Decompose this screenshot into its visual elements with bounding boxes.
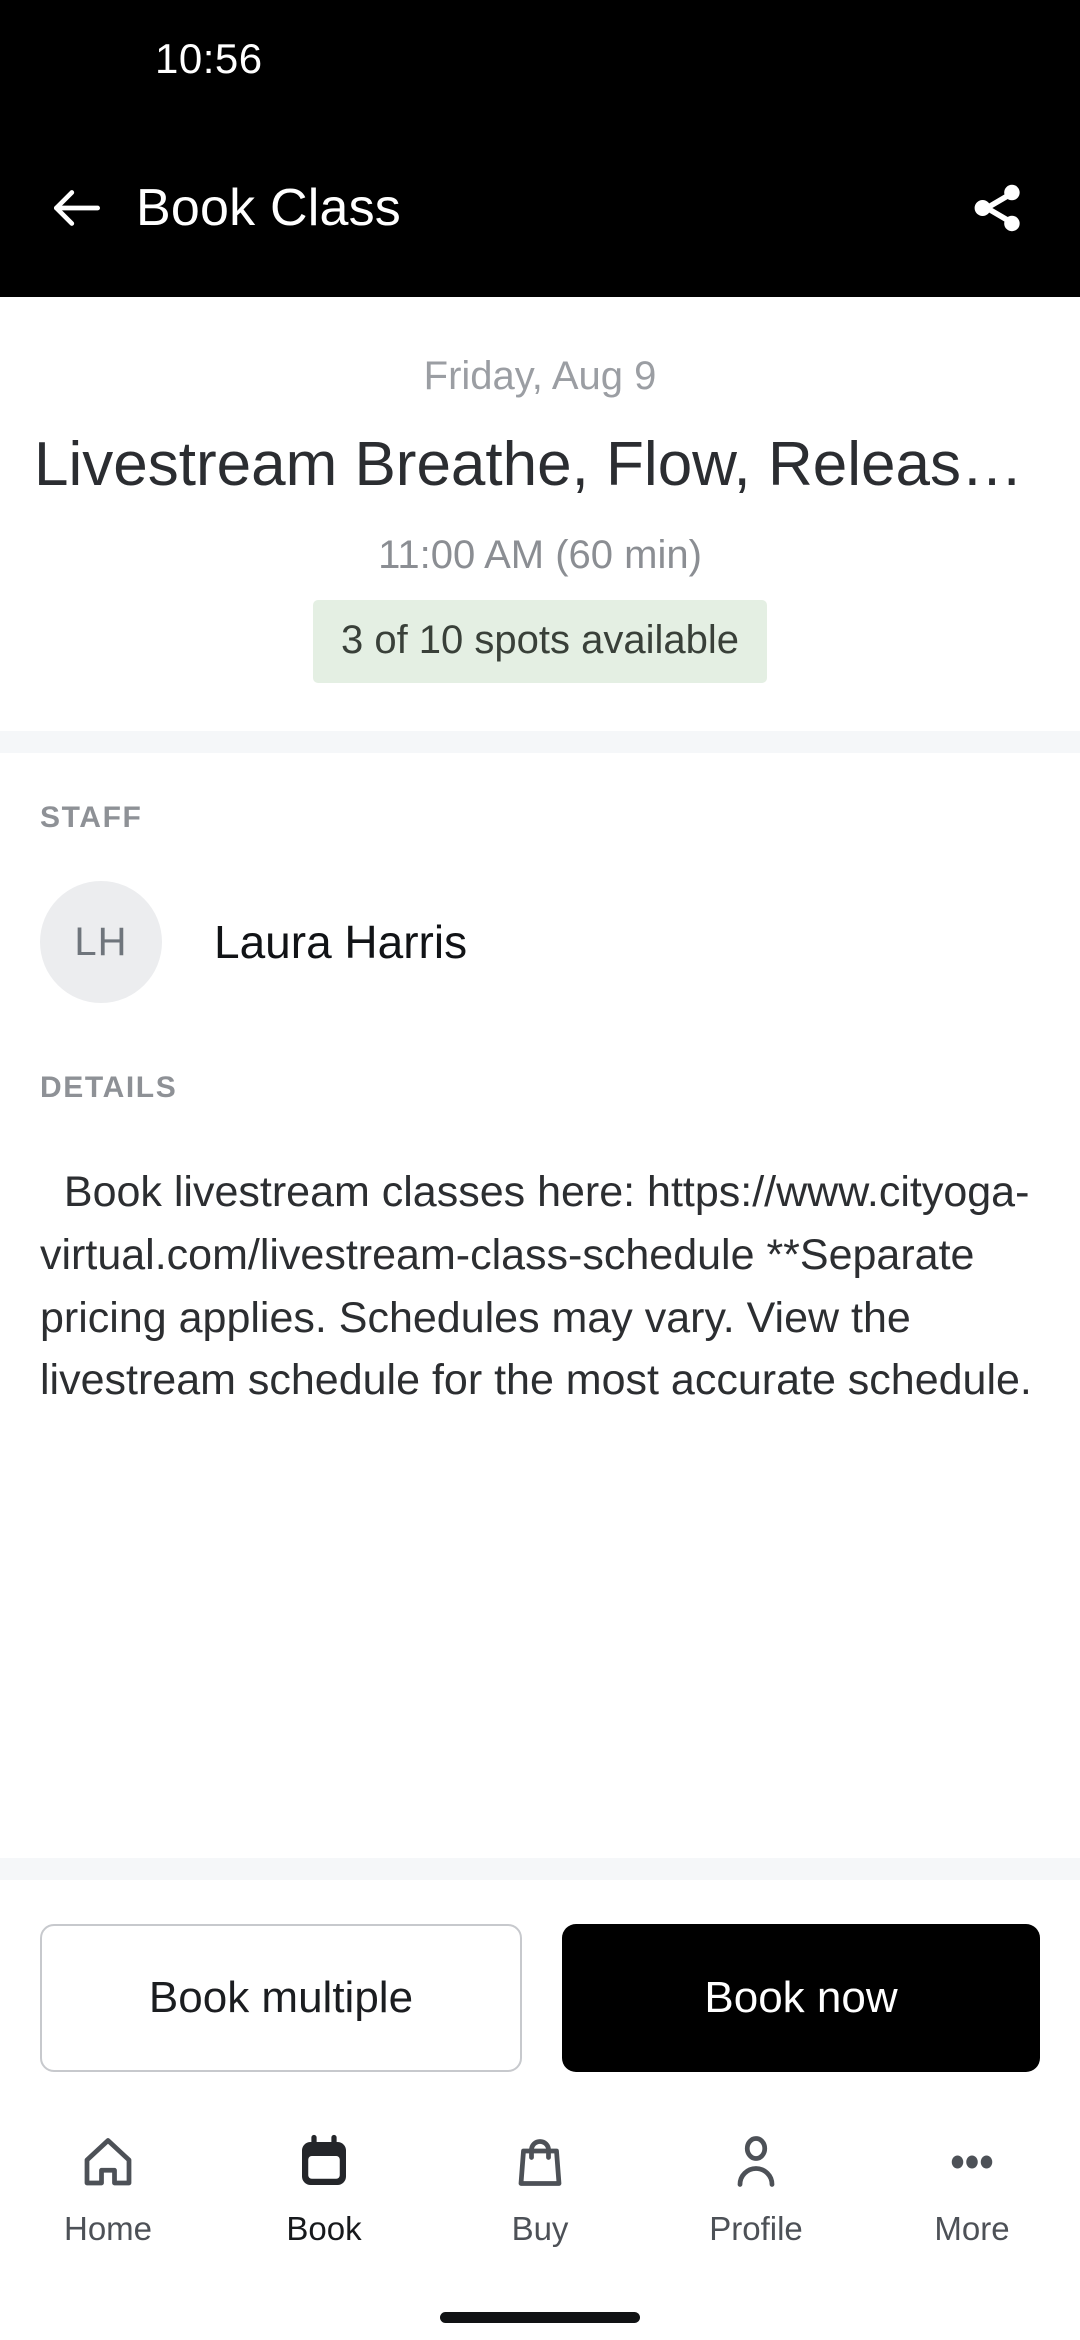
nav-item-home[interactable]: Home bbox=[0, 2126, 216, 2248]
ellipsis-icon bbox=[942, 2126, 1002, 2198]
section-divider-staff bbox=[0, 731, 1080, 754]
staff-section-label: STAFF bbox=[40, 801, 143, 835]
calendar-icon bbox=[294, 2126, 354, 2198]
class-date: Friday, Aug 9 bbox=[423, 354, 657, 398]
nav-label-book: Book bbox=[286, 2210, 362, 2247]
avatar-initials: LH bbox=[74, 919, 128, 964]
section-divider-actions bbox=[0, 1858, 1080, 1880]
status-bar: 10:56 bbox=[0, 0, 1080, 118]
nav-label-more: More bbox=[934, 2210, 1010, 2247]
gesture-bar[interactable] bbox=[440, 2311, 640, 2323]
top-bar: 10:56 Book Class bbox=[0, 0, 1080, 297]
staff-section: STAFF LH Laura Harris bbox=[0, 753, 1080, 1044]
nav-label-profile: Profile bbox=[709, 2210, 803, 2247]
availability-row: 3 of 10 spots available bbox=[34, 600, 1046, 684]
share-icon bbox=[974, 184, 1020, 231]
back-button[interactable] bbox=[40, 171, 114, 245]
share-button[interactable] bbox=[958, 169, 1036, 247]
avatar: LH bbox=[40, 881, 162, 1004]
content-spacer bbox=[0, 1462, 1080, 1858]
app-screen: 10:56 Book Class Friday, Aug 9 Livestrea… bbox=[0, 0, 1080, 2340]
bottom-navigation: Home Book Buy Profile More bbox=[0, 2106, 1080, 2294]
arrow-left-icon bbox=[54, 189, 100, 226]
status-clock: 10:56 bbox=[155, 35, 263, 82]
nav-label-home: Home bbox=[63, 2210, 153, 2247]
details-section-label: DETAILS bbox=[40, 1071, 178, 1105]
nav-label-buy: Buy bbox=[511, 2210, 569, 2247]
content-scroll-area[interactable]: Friday, Aug 9 Livestream Breathe, Flow, … bbox=[0, 297, 1080, 1880]
nav-item-buy[interactable]: Buy bbox=[432, 2126, 648, 2248]
book-multiple-button[interactable]: Book multiple bbox=[40, 1924, 522, 2072]
book-now-button[interactable]: Book now bbox=[562, 1924, 1040, 2072]
details-text: Book livestream classes here: https://ww… bbox=[40, 1168, 1032, 1405]
app-bar: Book Class bbox=[0, 118, 1080, 297]
gesture-bar-area bbox=[0, 2294, 1080, 2340]
nav-item-book[interactable]: Book bbox=[216, 2126, 432, 2248]
page-title: Book Class bbox=[136, 178, 401, 237]
action-bar: Book multiple Book now bbox=[0, 1880, 1080, 2106]
availability-badge: 3 of 10 spots available bbox=[312, 600, 768, 684]
person-icon bbox=[726, 2126, 786, 2198]
home-icon bbox=[78, 2126, 138, 2198]
staff-name: Laura Harris bbox=[214, 916, 468, 969]
class-hero: Friday, Aug 9 Livestream Breathe, Flow, … bbox=[0, 297, 1080, 732]
class-time: 11:00 AM (60 min) bbox=[378, 533, 702, 578]
class-title: Livestream Breathe, Flow, Release (Booki… bbox=[34, 430, 1046, 499]
class-title-wrap: Livestream Breathe, Flow, Release (Booki… bbox=[34, 400, 1046, 501]
staff-row[interactable]: LH Laura Harris bbox=[40, 881, 1040, 1004]
nav-item-more[interactable]: More bbox=[864, 2126, 1080, 2248]
shopping-bag-icon bbox=[510, 2126, 570, 2198]
nav-item-profile[interactable]: Profile bbox=[648, 2126, 864, 2248]
details-section: DETAILS Book livestream classes here: ht… bbox=[0, 1043, 1080, 1463]
